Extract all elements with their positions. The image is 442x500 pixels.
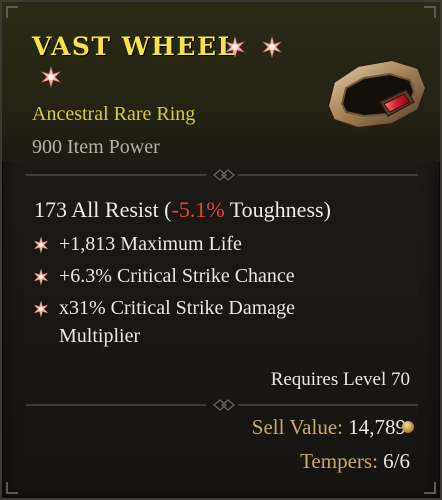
item-type: Ancestral Rare Ring	[32, 103, 196, 125]
tempers-count: 6/6	[383, 449, 410, 473]
all-resist-stat: 173 All Resist (-5.1% Toughness)	[34, 197, 331, 223]
divider-ornament-icon	[26, 169, 418, 181]
toughness-delta: -5.1%	[171, 197, 225, 222]
affix-text: Multiplier	[59, 325, 141, 347]
affix-text: x31% Critical Strike Damage	[59, 297, 296, 319]
bullet-star-icon	[33, 236, 49, 254]
corner-ornament	[424, 6, 436, 18]
resist-text: 173 All Resist (	[34, 197, 172, 222]
star-icon	[224, 36, 246, 58]
sell-value: Sell Value: 14,789	[252, 415, 406, 440]
tempers-label: Tempers:	[300, 449, 378, 473]
sell-label: Sell Value:	[251, 415, 343, 439]
star-icon	[40, 66, 62, 88]
corner-ornament	[6, 482, 18, 494]
sell-amount: 14,789	[348, 415, 406, 439]
affix-text: +1,813 Maximum Life	[59, 233, 242, 255]
corner-ornament	[6, 6, 18, 18]
required-level: Requires Level 70	[270, 369, 410, 390]
affix-text: +6.3% Critical Strike Chance	[59, 265, 295, 287]
divider-ornament-icon	[26, 399, 418, 411]
item-tooltip: VAST WHEEL Ancestral Rare Ring 900 Item …	[0, 0, 442, 500]
bullet-star-icon	[33, 300, 49, 318]
corner-ornament	[424, 482, 436, 494]
tempers: Tempers: 6/6	[300, 449, 410, 474]
bullet-star-icon	[33, 268, 49, 286]
gold-coin-icon	[402, 421, 414, 433]
star-icon	[261, 36, 283, 58]
item-name: VAST WHEEL	[32, 32, 237, 61]
resist-suffix: Toughness)	[224, 197, 331, 222]
item-power: 900 Item Power	[32, 136, 160, 158]
ring-icon[interactable]	[314, 52, 432, 134]
